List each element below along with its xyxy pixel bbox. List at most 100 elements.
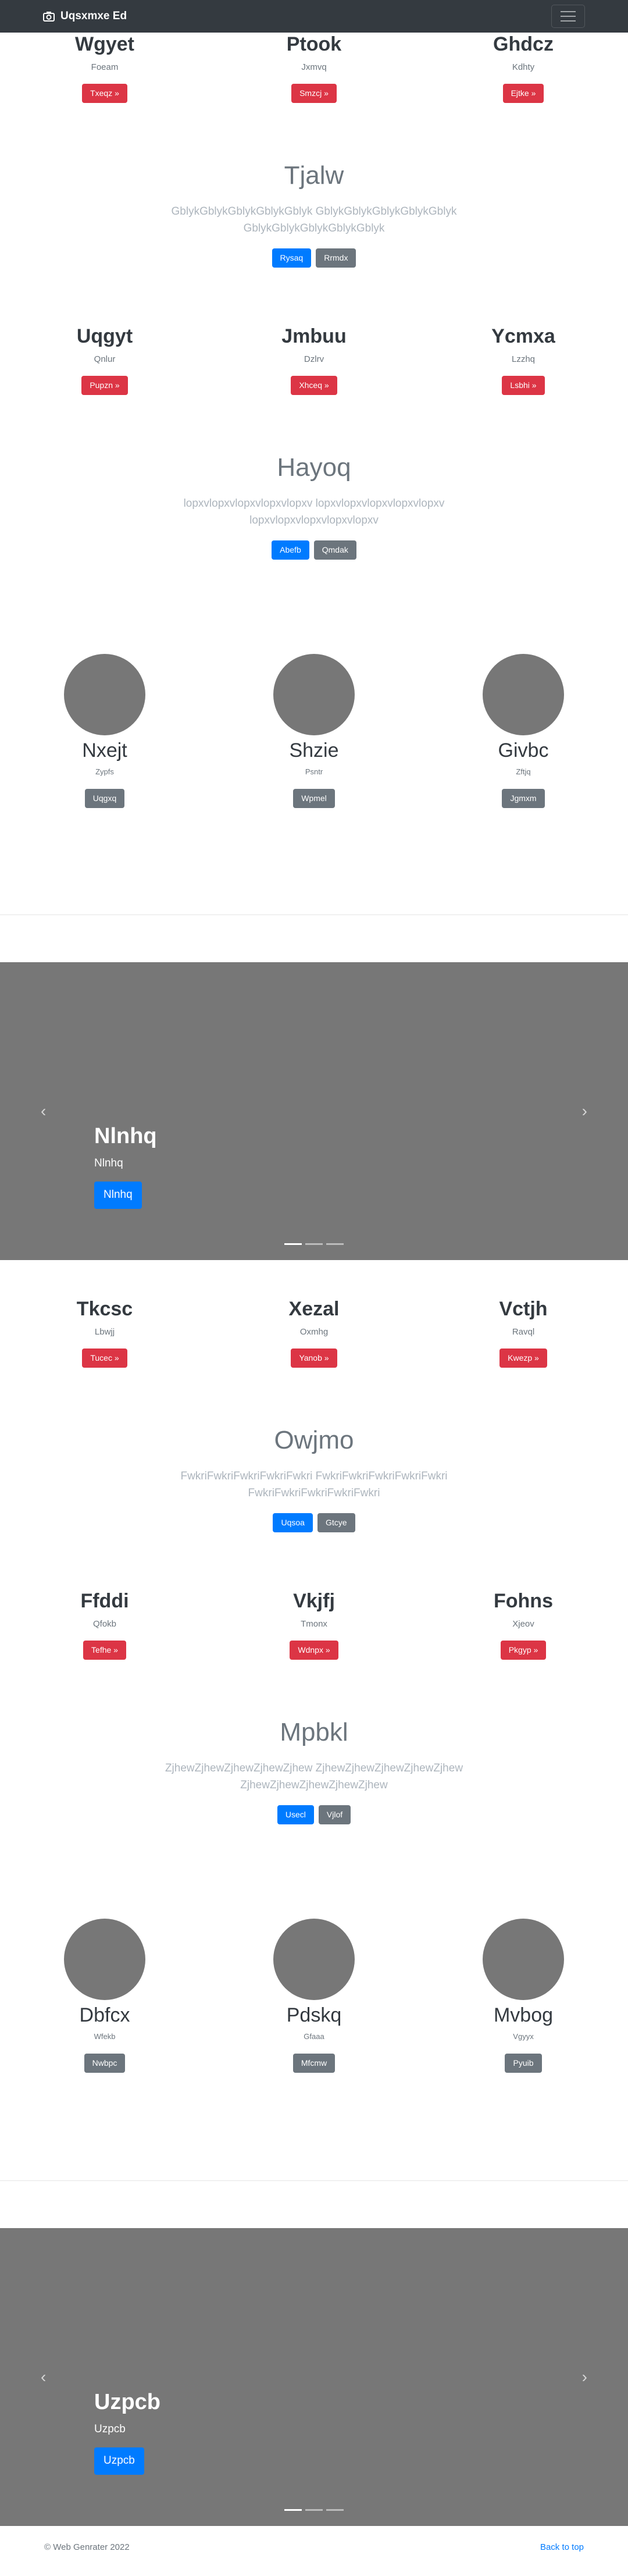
person-card: Nxejt Zypfs Uqgxq <box>0 654 209 809</box>
avatar <box>64 654 145 735</box>
feature-subtitle: Lzzhq <box>511 354 536 365</box>
jumbotron-title: Tjalw <box>284 161 344 190</box>
feature-button[interactable]: Tucec » <box>82 1349 127 1368</box>
carousel-button[interactable]: Nlnhq <box>94 1182 142 1209</box>
people-row: Nxejt Zypfs Uqgxq Shzie Psntr Wpmel Givb… <box>0 654 628 809</box>
feature-title: Vctjh <box>499 1298 548 1320</box>
carousel-caption: Nlnhq Nlnhq Nlnhq <box>94 1124 157 1209</box>
jumbotron-title: Hayoq <box>277 453 351 482</box>
feature-col: Uqgyt Qnlur Pupzn » <box>0 325 209 396</box>
navbar: Uqsxmxe Ed <box>0 0 628 33</box>
feature-button[interactable]: Smzcj » <box>291 84 337 104</box>
feature-title: Xezal <box>288 1298 340 1320</box>
person-button[interactable]: Uqgxq <box>84 789 125 809</box>
person-card: Pdskq Gfaaa Mfcmw <box>209 1919 419 2073</box>
feature-row: Uqgyt Qnlur Pupzn » Jmbuu Dzlrv Xhceq » … <box>0 325 628 396</box>
feature-col: Xezal Oxmhg Yanob » <box>209 1298 419 1368</box>
carousel-caption: Uzpcb Uzpcb Uzpcb <box>94 2390 160 2475</box>
carousel-subtitle: Nlnhq <box>94 1157 123 1169</box>
feature-title: Jmbuu <box>281 325 347 347</box>
feature-subtitle: Qnlur <box>94 354 116 365</box>
secondary-button[interactable]: Vjlof <box>318 1805 351 1825</box>
primary-button[interactable]: Abefb <box>272 540 309 560</box>
feature-title: Ptook <box>286 33 342 55</box>
feature-col: Ycmxa Lzzhq Lsbhi » <box>419 325 628 396</box>
indicator[interactable] <box>305 2509 323 2511</box>
indicator[interactable] <box>326 2509 344 2511</box>
feature-button[interactable]: Txeqz » <box>82 84 127 104</box>
carousel: ‹ › Nlnhq Nlnhq Nlnhq <box>0 962 628 1260</box>
feature-col: Vkjfj Tmonx Wdnpx » <box>209 1590 419 1660</box>
feature-title: Ycmxa <box>491 325 555 347</box>
primary-button[interactable]: Usecl <box>277 1805 314 1825</box>
feature-row: Tkcsc Lbwjj Tucec » Xezal Oxmhg Yanob » … <box>0 1298 628 1368</box>
jumbotron-title: Owjmo <box>274 1426 354 1454</box>
secondary-button[interactable]: Qmdak <box>313 540 356 560</box>
feature-title: Wgyet <box>75 33 134 55</box>
feature-subtitle: Dzlrv <box>304 354 324 365</box>
menu-toggle-button[interactable] <box>551 5 585 28</box>
person-button[interactable]: Jgmxm <box>502 789 545 809</box>
person-card: Dbfcx Wfekb Nwbpc <box>0 1919 209 2073</box>
feature-row: Wgyet Foeam Txeqz » Ptook Jxmvq Smzcj » … <box>0 33 628 104</box>
chevron-left-icon[interactable]: ‹ <box>41 2368 46 2386</box>
indicator[interactable] <box>284 2509 302 2511</box>
jumbotron: Owjmo FwkriFwkriFwkriFwkriFwkri FwkriFwk… <box>0 1426 628 1533</box>
feature-button[interactable]: Pkgyp » <box>500 1641 547 1660</box>
carousel-title: Nlnhq <box>94 1124 157 1148</box>
jumbotron: Hayoq lopxvlopxvlopxvlopxvlopxv lopxvlop… <box>0 453 628 560</box>
indicator[interactable] <box>326 1243 344 1245</box>
feature-button[interactable]: Kwezp » <box>499 1349 547 1368</box>
back-to-top-link[interactable]: Back to top <box>540 2542 584 2552</box>
person-button[interactable]: Pyuib <box>505 2054 542 2073</box>
feature-subtitle: Jxmvq <box>301 62 327 73</box>
avatar <box>273 1919 355 2000</box>
chevron-right-icon[interactable]: › <box>582 2368 587 2386</box>
person-card: Givbc Zftjq Jgmxm <box>419 654 628 809</box>
feature-title: Vkjfj <box>293 1590 335 1612</box>
feature-title: Tkcsc <box>76 1298 133 1320</box>
feature-col: Ptook Jxmvq Smzcj » <box>209 33 419 104</box>
avatar <box>483 1919 564 2000</box>
chevron-right-icon[interactable]: › <box>582 1102 587 1120</box>
jumbotron-text: ZjhewZjhewZjhewZjhewZjhew ZjhewZjhewZjhe… <box>165 1762 463 1791</box>
carousel-indicators <box>0 2509 628 2511</box>
brand-link[interactable]: Uqsxmxe Ed <box>43 10 127 23</box>
carousel-button[interactable]: Uzpcb <box>94 2447 144 2475</box>
secondary-button[interactable]: Rrmdx <box>316 248 356 268</box>
feature-col: Jmbuu Dzlrv Xhceq » <box>209 325 419 396</box>
carousel: ‹ › Uzpcb Uzpcb Uzpcb <box>0 2228 628 2526</box>
carousel-subtitle: Uzpcb <box>94 2423 126 2435</box>
avatar <box>273 654 355 735</box>
person-subtitle: Zypfs <box>95 767 114 777</box>
secondary-button[interactable]: Gtcye <box>317 1513 355 1533</box>
avatar <box>64 1919 145 2000</box>
jumbotron-title: Mpbkl <box>280 1718 348 1746</box>
feature-title: Fohns <box>494 1590 553 1612</box>
person-button[interactable]: Mfcmw <box>292 2054 336 2073</box>
jumbotron: Tjalw GblykGblykGblykGblykGblyk GblykGbl… <box>0 161 628 268</box>
feature-button[interactable]: Lsbhi » <box>502 376 545 396</box>
feature-subtitle: Xjeov <box>512 1619 534 1629</box>
feature-button[interactable]: Ejtke » <box>502 84 544 104</box>
person-button[interactable]: Wpmel <box>293 789 335 809</box>
feature-button[interactable]: Wdnpx » <box>290 1641 338 1660</box>
indicator[interactable] <box>284 1243 302 1245</box>
chevron-left-icon[interactable]: ‹ <box>41 1102 46 1120</box>
brand-name: Uqsxmxe Ed <box>60 10 127 22</box>
feature-subtitle: Qfokb <box>92 1619 117 1629</box>
feature-button[interactable]: Tefhe » <box>83 1641 126 1660</box>
feature-button[interactable]: Xhceq » <box>291 376 337 396</box>
feature-subtitle: Kdhty <box>512 62 535 73</box>
person-button[interactable]: Nwbpc <box>84 2054 126 2073</box>
feature-subtitle: Tmonx <box>301 1619 327 1629</box>
person-name: Givbc <box>498 739 549 762</box>
jumbotron: Mpbkl ZjhewZjhewZjhewZjhewZjhew ZjhewZjh… <box>0 1718 628 1825</box>
primary-button[interactable]: Rysaq <box>272 248 312 268</box>
feature-button[interactable]: Yanob » <box>291 1349 337 1368</box>
indicator[interactable] <box>305 1243 323 1245</box>
feature-button[interactable]: Pupzn » <box>81 376 128 396</box>
feature-col: Ffddi Qfokb Tefhe » <box>0 1590 209 1660</box>
person-subtitle: Gfaaa <box>304 2032 324 2041</box>
primary-button[interactable]: Uqsoa <box>273 1513 313 1533</box>
